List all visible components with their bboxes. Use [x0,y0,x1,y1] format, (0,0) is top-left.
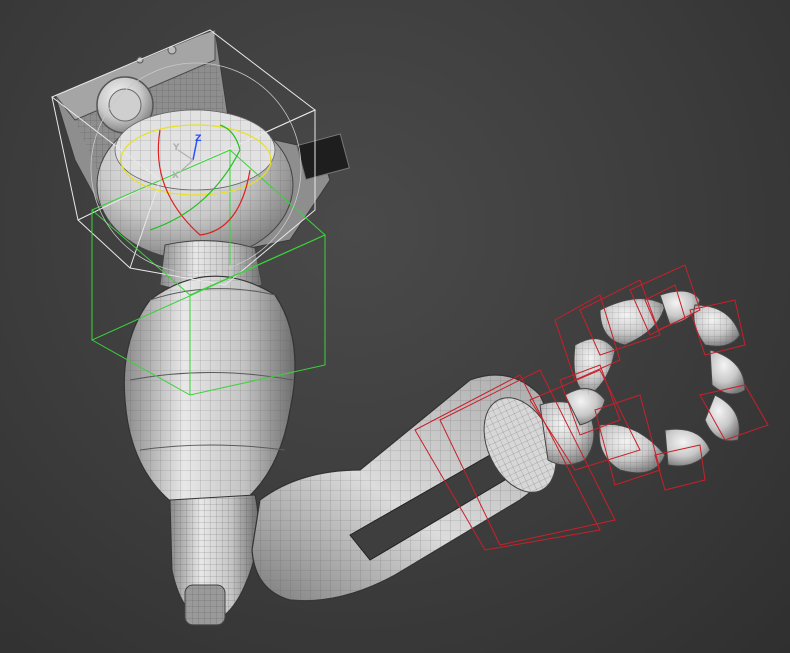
viewport-scene[interactable]: Z Y X [0,0,790,653]
forearm[interactable] [251,374,570,602]
3d-viewport[interactable]: Z Y X [0,0,790,653]
shoulder-joint[interactable] [96,109,294,261]
z-axis-label: Z [195,134,202,144]
y-axis-label: Y [172,143,180,153]
x-axis-label: X [172,171,179,181]
elbow-joint[interactable] [169,494,259,626]
